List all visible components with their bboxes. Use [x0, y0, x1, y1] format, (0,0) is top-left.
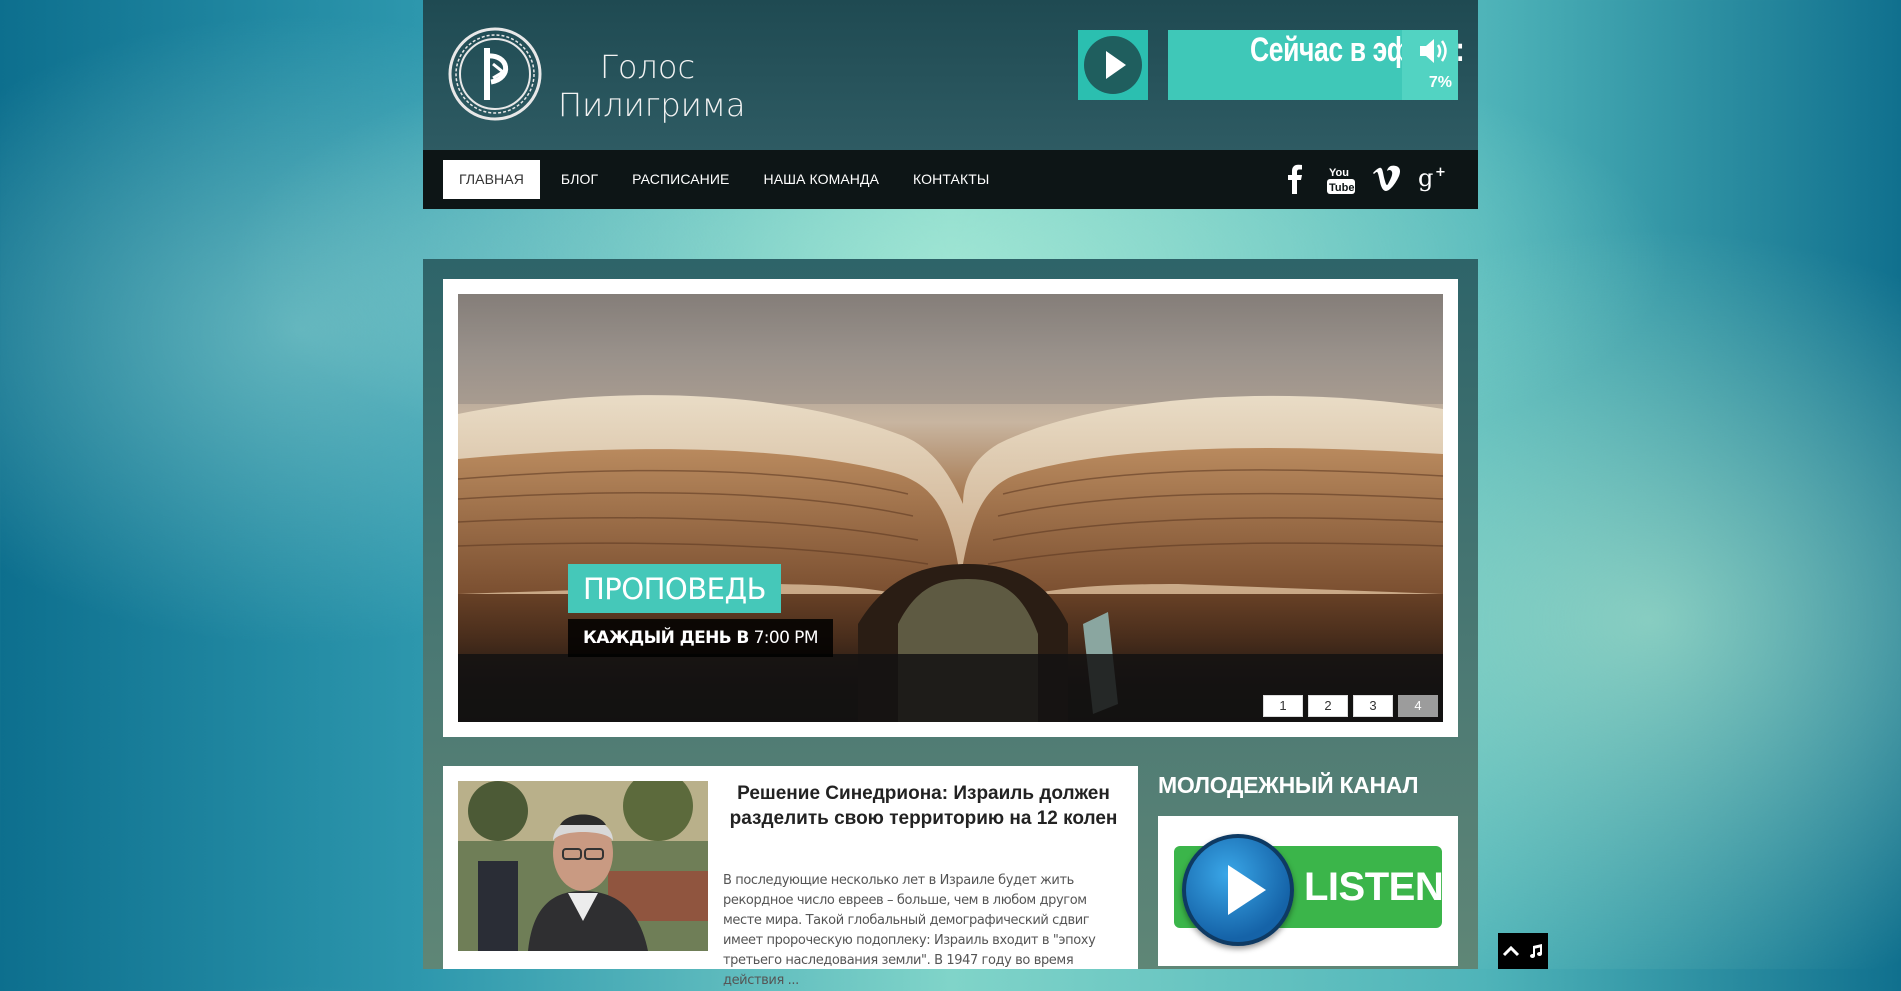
slide-caption-title: ПРОПОВЕДЬ: [568, 564, 782, 613]
nav-item-schedule[interactable]: РАСПИСАНИЕ: [615, 160, 746, 199]
nav-item-home[interactable]: ГЛАВНАЯ: [443, 160, 540, 199]
corner-controls: [1498, 933, 1548, 969]
youtube-icon[interactable]: You Tube: [1326, 162, 1356, 196]
site-logo-text[interactable]: Голос Пилигрима: [558, 48, 746, 124]
play-icon: [1084, 36, 1142, 94]
svg-text:Tube: Tube: [1329, 182, 1354, 194]
slider-page-2[interactable]: 2: [1308, 695, 1348, 717]
post-card: Решение Синедриона: Израиль должен разде…: [443, 766, 1138, 988]
open-book-image: [458, 294, 1443, 722]
logo-icon[interactable]: [447, 26, 543, 122]
site-header: Голос Пилигрима Сейчас в эфире: 7%: [423, 0, 1478, 150]
svg-text:You: You: [1329, 167, 1349, 179]
main-nav: ГЛАВНАЯ БЛОГ РАСПИСАНИЕ НАША КОМАНДА КОН…: [423, 150, 1478, 209]
slider-page-4[interactable]: 4: [1398, 695, 1438, 717]
logo-line-2: Пилигрима: [558, 86, 746, 124]
portrait-photo: [458, 781, 708, 951]
listen-button[interactable]: LISTEN: [1174, 834, 1444, 946]
music-toggle-button[interactable]: [1523, 933, 1548, 969]
volume-control[interactable]: 7%: [1402, 30, 1458, 100]
chevron-up-icon: [1502, 945, 1519, 957]
youth-channel-widget: LISTEN: [1158, 816, 1458, 966]
slide-image[interactable]: ПРОПОВЕДЬ КАЖДЫЙ ДЕНЬ В 7:00 PM 1 2 3 4: [458, 294, 1443, 722]
slide-caption-subtitle: КАЖДЫЙ ДЕНЬ В 7:00 PM: [568, 619, 833, 657]
sidebar-title: МОЛОДЕЖНЫЙ КАНАЛ: [1158, 772, 1419, 798]
volume-level: 7%: [1428, 74, 1452, 91]
svg-text:+: +: [1435, 165, 1446, 180]
speaker-icon: [1420, 39, 1447, 63]
scroll-top-button[interactable]: [1498, 933, 1523, 969]
music-note-icon: [1529, 944, 1542, 958]
main-content: ПРОПОВЕДЬ КАЖДЫЙ ДЕНЬ В 7:00 PM 1 2 3 4: [423, 259, 1478, 988]
nav-item-contacts[interactable]: КОНТАКТЫ: [896, 160, 1006, 199]
hero-slider: ПРОПОВЕДЬ КАЖДЫЙ ДЕНЬ В 7:00 PM 1 2 3 4: [443, 279, 1458, 737]
slider-page-3[interactable]: 3: [1353, 695, 1393, 717]
vimeo-icon[interactable]: [1372, 162, 1402, 196]
listen-label: LISTEN: [1304, 865, 1444, 909]
radio-player: Сейчас в эфире: 7%: [1078, 30, 1465, 100]
nav-item-blog[interactable]: БЛОГ: [544, 160, 615, 199]
post-excerpt: В последующие несколько лет в Израиле бу…: [723, 873, 1096, 988]
nav-item-team[interactable]: НАША КОМАНДА: [747, 160, 897, 199]
google-plus-icon[interactable]: g +: [1418, 162, 1448, 196]
facebook-icon[interactable]: [1280, 162, 1310, 196]
social-links: You Tube g +: [1280, 162, 1448, 196]
caption-schedule-text: КАЖДЫЙ ДЕНЬ В: [583, 628, 749, 648]
slider-page-1[interactable]: 1: [1263, 695, 1303, 717]
play-button[interactable]: [1078, 30, 1148, 100]
caption-time: 7:00 PM: [753, 628, 819, 648]
post-title[interactable]: Решение Синедриона: Израиль должен разде…: [721, 781, 1126, 831]
slider-pagination: 1 2 3 4: [1263, 695, 1438, 717]
svg-text:g: g: [1418, 164, 1433, 192]
logo-line-1: Голос: [600, 48, 696, 86]
listen-play-icon: [1182, 834, 1294, 946]
post-thumbnail[interactable]: [458, 781, 708, 951]
now-playing-bar: Сейчас в эфире:: [1168, 30, 1465, 100]
